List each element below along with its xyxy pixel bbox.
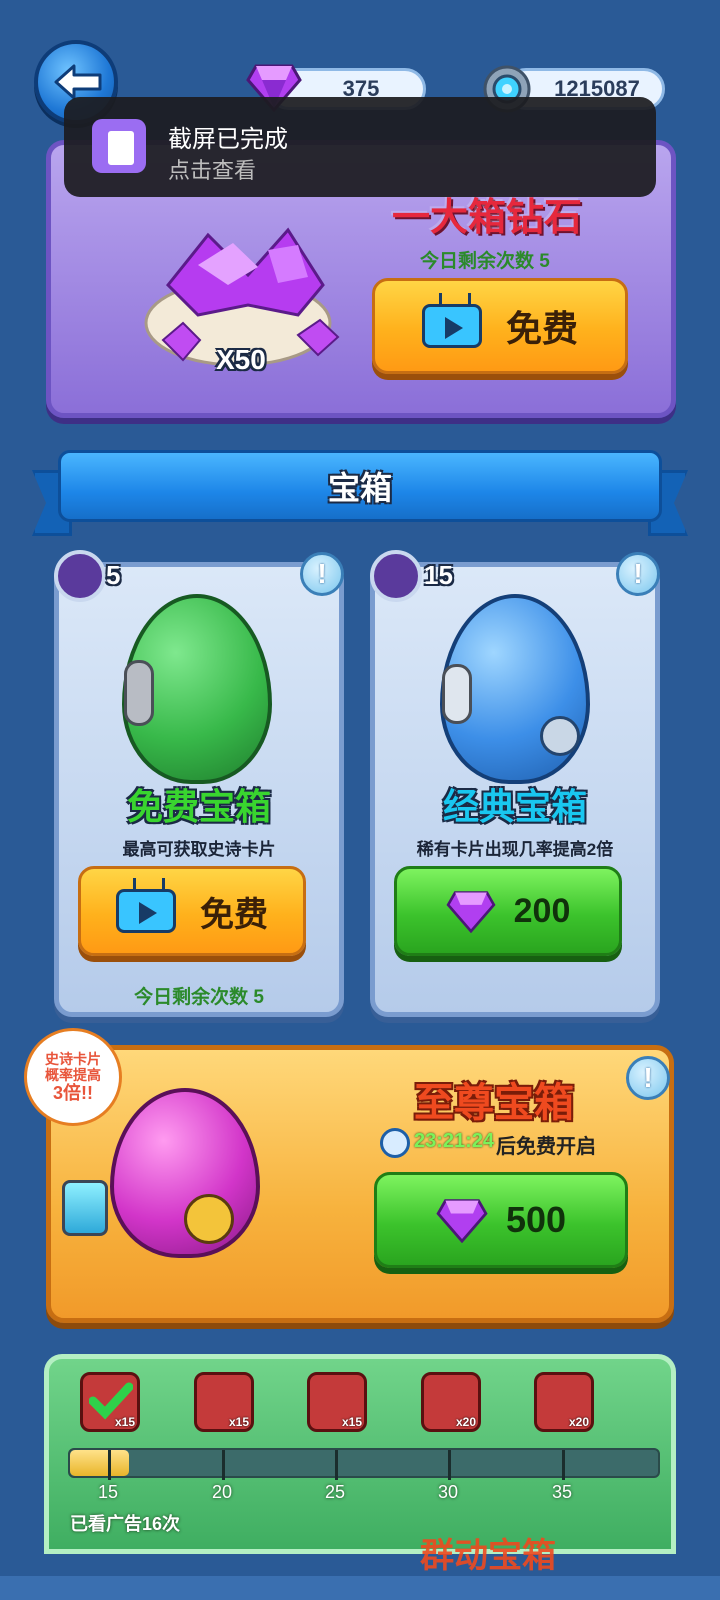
milestone-label: 25 [325, 1482, 346, 1502]
free-chest-title: 免费宝箱 [126, 786, 271, 827]
purple-gem-icon [436, 1199, 488, 1243]
section-title: 宝箱 [327, 470, 392, 506]
reward-item[interactable]: x15 [307, 1372, 367, 1432]
reward-item[interactable]: x20 [421, 1372, 481, 1432]
reward-count: x20 [455, 1415, 476, 1429]
free-chest-badge-count: 5 [106, 560, 121, 590]
reward-item[interactable]: x20 [534, 1372, 594, 1432]
milestone-label: 30 [438, 1482, 459, 1502]
reward-count: x20 [568, 1415, 589, 1429]
card-badge-icon [370, 550, 422, 602]
purple-gem-icon [446, 891, 496, 933]
info-icon[interactable]: ! [626, 1056, 670, 1100]
clock-icon [380, 1128, 410, 1158]
progress-tick [562, 1450, 565, 1480]
diamond-remaining: 今日剩余次数 5 [420, 251, 550, 272]
epic-rate-badge: 史诗卡片 概率提高 3倍!! [24, 1028, 122, 1126]
classic-chest-buy-button[interactable]: 200 [394, 866, 622, 956]
ad-progress-fill [70, 1450, 129, 1476]
milestone-label: 15 [98, 1482, 119, 1502]
epic-badge-line2: 概率提高 [45, 1066, 101, 1083]
ads-watched-text: 已看广告16次 [70, 1514, 181, 1534]
milestone-label: 35 [552, 1482, 573, 1502]
milestone-label: 20 [212, 1482, 233, 1502]
next-chest-title: 群动宝箱 [420, 1537, 556, 1575]
back-arrow-icon [54, 64, 102, 100]
battery-icon [62, 1180, 108, 1236]
supreme-chest-title: 至尊宝箱 [414, 1081, 574, 1125]
progress-tick [222, 1450, 225, 1480]
epic-badge-line1: 史诗卡片 [45, 1050, 101, 1067]
supreme-chest-price: 500 [505, 1199, 567, 1240]
screenshot-toast[interactable]: 截屏已完成 点击查看 [64, 97, 656, 197]
video-ad-icon [421, 293, 482, 348]
progress-tick [448, 1450, 451, 1480]
progress-tick [335, 1450, 338, 1480]
reward-count: x15 [114, 1415, 135, 1429]
classic-chest-desc: 稀有卡片出现几率提高2倍 [416, 840, 614, 859]
video-ad-icon [116, 878, 176, 933]
free-chest-button[interactable]: 免费 [78, 866, 306, 956]
diamond-multiplier: X50 [216, 344, 266, 375]
info-icon[interactable]: ! [616, 552, 660, 596]
progress-tick [108, 1450, 111, 1480]
free-chest-remaining: 今日剩余次数 5 [134, 987, 264, 1008]
section-banner: 宝箱 [58, 450, 662, 522]
epic-badge-line3: 3倍!! [53, 1082, 93, 1103]
classic-chest-title: 经典宝箱 [442, 786, 587, 827]
supreme-timer: 23:21:24 [414, 1130, 495, 1152]
info-icon[interactable]: ! [300, 552, 344, 596]
diamond-free-button[interactable]: 免费 [372, 278, 628, 374]
supreme-timer-suffix: 后免费开启 [496, 1136, 596, 1158]
toast-title: 截屏已完成 [168, 126, 288, 153]
reward-item[interactable]: x15 [194, 1372, 254, 1432]
free-chest-desc: 最高可获取史诗卡片 [122, 840, 276, 859]
reward-count: x15 [341, 1415, 362, 1429]
bottom-strip [0, 1576, 720, 1600]
ad-progress-bar [68, 1448, 660, 1480]
classic-chest-badge-count: 15 [424, 560, 453, 590]
card-badge-icon [54, 550, 106, 602]
screenshot-thumbnail-icon [92, 119, 146, 173]
supreme-chest-buy-button[interactable]: 500 [374, 1172, 628, 1268]
reward-item[interactable]: x15 [80, 1372, 140, 1432]
toast-subtitle: 点击查看 [168, 158, 257, 183]
free-chest-button-label: 免费 [200, 895, 268, 934]
reward-count: x15 [228, 1415, 249, 1429]
diamond-free-label: 免费 [505, 308, 578, 349]
classic-chest-price: 200 [513, 891, 571, 930]
